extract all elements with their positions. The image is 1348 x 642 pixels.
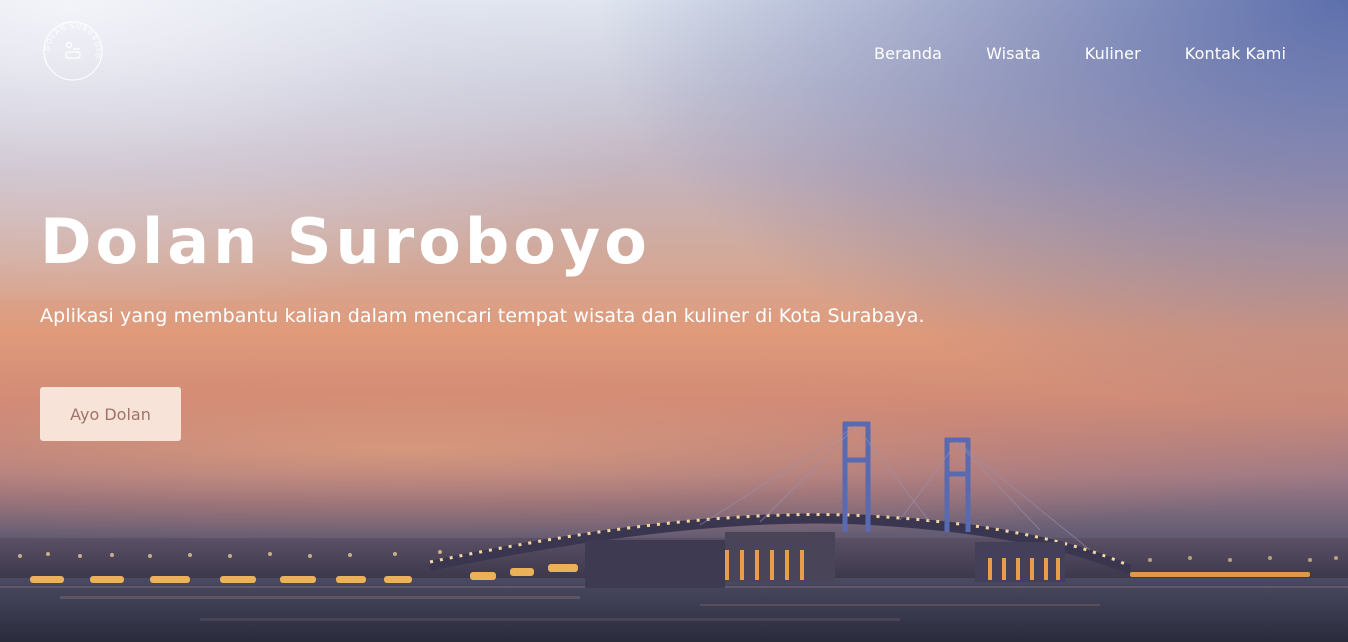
top-navbar: DOLAN SUROBOYO Beranda Wisata Kuliner Ko…: [0, 0, 1348, 110]
hero-title: Dolan Suroboyo: [40, 205, 651, 278]
hero-section: DOLAN SUROBOYO Beranda Wisata Kuliner Ko…: [0, 0, 1348, 642]
nav-link-wisata[interactable]: Wisata: [986, 44, 1041, 63]
nav-link-beranda[interactable]: Beranda: [874, 44, 942, 63]
main-menu: Beranda Wisata Kuliner Kontak Kami: [874, 44, 1286, 63]
ayo-dolan-button[interactable]: Ayo Dolan: [40, 387, 181, 441]
hero-subtitle: Aplikasi yang membantu kalian dalam menc…: [40, 305, 925, 327]
svg-text:DOLAN SUROBOYO: DOLAN SUROBOYO: [44, 22, 102, 60]
bridge-background-image: [0, 421, 1348, 642]
brand-logo[interactable]: DOLAN SUROBOYO: [40, 18, 106, 84]
nav-link-kuliner[interactable]: Kuliner: [1085, 44, 1141, 63]
nav-link-kontak-kami[interactable]: Kontak Kami: [1185, 44, 1286, 63]
